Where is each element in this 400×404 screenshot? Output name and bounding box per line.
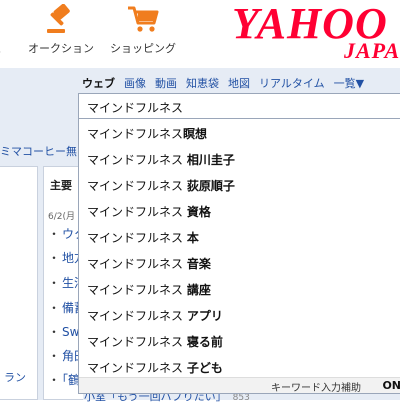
suggestion-item[interactable]: マインドフルネス 講座 — [87, 281, 387, 307]
tab-map[interactable]: 地図 — [228, 75, 250, 91]
auction-gavel-icon — [47, 4, 70, 33]
tab-list-menu[interactable]: 一覧▼ — [334, 75, 364, 91]
dropdown-footer: キーワード入力補助 ON — [79, 377, 400, 394]
news-item[interactable]: ・「鶴 — [48, 371, 80, 388]
search-input[interactable]: マインドフルネス — [78, 93, 400, 119]
news-tab-main[interactable]: 主要 — [50, 177, 72, 193]
logo-subtext: JAPAN — [344, 38, 400, 63]
suggestion-item[interactable]: マインドフルネス アプリ — [87, 307, 387, 333]
tab-video[interactable]: 動画 — [155, 75, 177, 91]
service-label: ス — [0, 40, 12, 56]
suggestion-item[interactable]: マインドフルネス 音楽 — [87, 255, 387, 281]
suggestion-dropdown: マインドフルネス瞑想 マインドフルネス 相川圭子 マインドフルネス 荻原順子 マ… — [78, 119, 400, 394]
suggestion-item[interactable]: マインドフルネス 相川圭子 — [87, 151, 387, 177]
suggestion-item[interactable]: マインドフルネス 資格 — [87, 203, 387, 229]
tab-images[interactable]: 画像 — [124, 75, 146, 91]
service-label: ショッピング — [110, 42, 176, 55]
keyword-assist-label: キーワード入力補助 — [271, 383, 361, 394]
promo-link[interactable]: ミマコーヒー無 — [0, 143, 77, 159]
tab-web[interactable]: ウェブ — [82, 75, 115, 91]
suggestion-item[interactable]: マインドフルネス瞑想 — [87, 125, 387, 151]
search-tabs: ウェブ 画像 動画 知恵袋 地図 リアルタイム 一覧▼ — [82, 72, 373, 91]
shopping-cart-icon — [128, 6, 159, 32]
news-date: 6/2(月 — [48, 212, 75, 222]
left-panel: ラン — [0, 166, 38, 400]
news-panel: 主要 6/2(月 ・ウク ・地方 ・生活 ・備蓄 ・ Sw ・角田 ・「鶴 — [43, 166, 86, 400]
keyword-assist-toggle[interactable]: ON — [382, 379, 400, 392]
tab-chiebukuro[interactable]: 知恵袋 — [186, 75, 219, 91]
yahoo-japan-logo[interactable]: YAHOO JAPAN — [232, 0, 400, 63]
suggestion-item[interactable]: マインドフルネス 荻原順子 — [87, 177, 387, 203]
service-label: オークション — [28, 42, 94, 55]
comment-count: 853 — [232, 393, 250, 403]
suggestion-item[interactable]: マインドフルネス 本 — [87, 229, 387, 255]
yahoo-header: ス オークション ショッピング YAHOO JAPAN — [0, 0, 400, 68]
left-panel-link[interactable]: ラン — [4, 369, 26, 385]
news-item[interactable]: ・ Sw — [48, 323, 79, 340]
suggestion-item[interactable]: マインドフルネス 寝る前 — [87, 333, 387, 359]
tab-realtime[interactable]: リアルタイム — [259, 75, 325, 91]
